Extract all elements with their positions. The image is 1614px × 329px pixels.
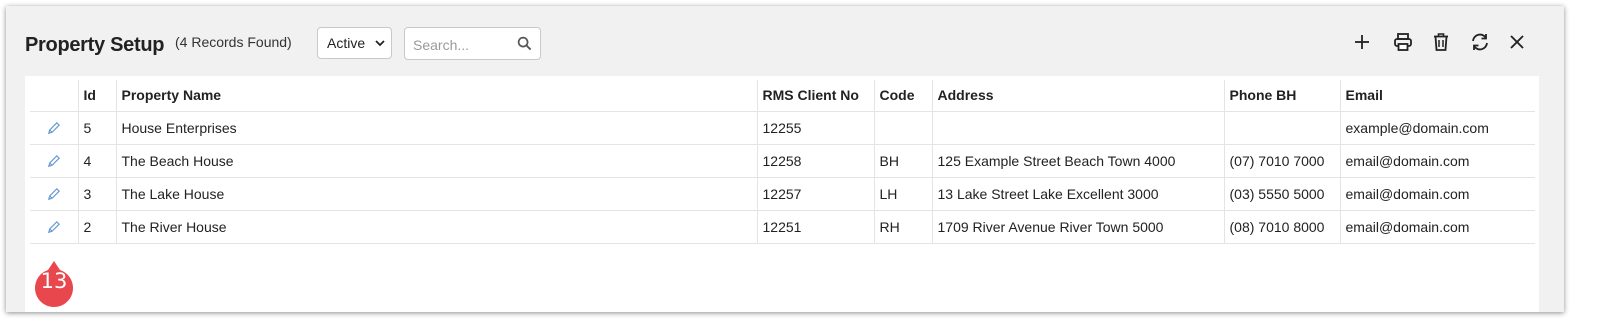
cell-phone-bh: (08) 7010 8000 xyxy=(1224,210,1341,244)
cell-address: 125 Example Street Beach Town 4000 xyxy=(932,144,1225,178)
column-header-id[interactable]: Id xyxy=(78,80,117,112)
cell-id: 3 xyxy=(78,177,117,211)
pencil-icon[interactable] xyxy=(46,154,61,169)
column-header-address[interactable]: Address xyxy=(932,80,1225,112)
cell-address: 13 Lake Street Lake Excellent 3000 xyxy=(932,177,1225,211)
cell-rms-client-no: 12258 xyxy=(757,144,875,178)
table-panel: Id Property Name RMS Client No Code Addr… xyxy=(25,76,1539,312)
cell-email: email@domain.com xyxy=(1340,144,1535,178)
cell-rms-client-no: 12255 xyxy=(757,111,875,145)
cell-rms-client-no: 12251 xyxy=(757,210,875,244)
edit-cell[interactable] xyxy=(30,144,79,178)
cell-email: email@domain.com xyxy=(1340,177,1535,211)
delete-button[interactable] xyxy=(1430,31,1452,53)
cell-property-name: The Beach House xyxy=(116,144,758,178)
cell-id: 5 xyxy=(78,111,117,145)
cell-code: BH xyxy=(874,144,933,178)
edit-cell[interactable] xyxy=(30,210,79,244)
column-header-phone-bh[interactable]: Phone BH xyxy=(1224,80,1341,112)
column-header-code[interactable]: Code xyxy=(874,80,933,112)
pencil-icon[interactable] xyxy=(46,187,61,202)
pencil-icon[interactable] xyxy=(46,121,61,136)
page-title: Property Setup xyxy=(25,34,165,56)
status-filter-value: Active xyxy=(327,35,366,51)
cell-code: LH xyxy=(874,177,933,211)
cell-code xyxy=(874,111,933,145)
cell-property-name: The River House xyxy=(116,210,758,244)
step-callout-number: 13 xyxy=(40,269,68,293)
records-count: (4 Records Found) xyxy=(175,34,292,50)
cell-address: 1709 River Avenue River Town 5000 xyxy=(932,210,1225,244)
table-row[interactable]: 5 House Enterprises 12255 example@domain… xyxy=(30,111,1535,145)
edit-cell[interactable] xyxy=(30,177,79,211)
cell-id: 2 xyxy=(78,210,117,244)
print-icon xyxy=(1394,33,1412,51)
plus-icon xyxy=(1355,35,1369,49)
cell-address xyxy=(932,111,1225,145)
column-header-email[interactable]: Email xyxy=(1340,80,1535,112)
cell-code: RH xyxy=(874,210,933,244)
cell-id: 4 xyxy=(78,144,117,178)
cell-property-name: The Lake House xyxy=(116,177,758,211)
column-header-property-name[interactable]: Property Name xyxy=(116,80,758,112)
chevron-down-icon xyxy=(375,40,385,47)
refresh-icon xyxy=(1472,33,1488,51)
property-table: Id Property Name RMS Client No Code Addr… xyxy=(30,80,1535,244)
table-header-row: Id Property Name RMS Client No Code Addr… xyxy=(30,80,1535,112)
cell-phone-bh xyxy=(1224,111,1341,145)
column-header-rms-client-no[interactable]: RMS Client No xyxy=(757,80,875,112)
cell-property-name: House Enterprises xyxy=(116,111,758,145)
cell-phone-bh: (03) 5550 5000 xyxy=(1224,177,1341,211)
refresh-button[interactable] xyxy=(1469,31,1491,53)
search-input[interactable] xyxy=(411,34,515,56)
print-button[interactable] xyxy=(1392,31,1414,53)
cell-email: email@domain.com xyxy=(1340,210,1535,244)
cell-phone-bh: (07) 7010 7000 xyxy=(1224,144,1341,178)
cell-rms-client-no: 12257 xyxy=(757,177,875,211)
trash-icon xyxy=(1434,33,1448,51)
status-filter-select[interactable]: Active xyxy=(317,27,392,59)
property-setup-window: Property Setup (4 Records Found) Active xyxy=(6,6,1564,312)
close-icon xyxy=(1510,35,1524,49)
add-button[interactable] xyxy=(1351,31,1373,53)
close-button[interactable] xyxy=(1506,31,1528,53)
table-row[interactable]: 4 The Beach House 12258 BH 125 Example S… xyxy=(30,144,1535,178)
cell-email: example@domain.com xyxy=(1340,111,1535,145)
search-icon[interactable] xyxy=(517,36,532,51)
table-row[interactable]: 3 The Lake House 12257 LH 13 Lake Street… xyxy=(30,177,1535,211)
pencil-icon[interactable] xyxy=(46,220,61,235)
column-header-edit xyxy=(30,80,79,112)
search-box[interactable] xyxy=(404,27,541,60)
table-row[interactable]: 2 The River House 12251 RH 1709 River Av… xyxy=(30,210,1535,244)
edit-cell[interactable] xyxy=(30,111,79,145)
